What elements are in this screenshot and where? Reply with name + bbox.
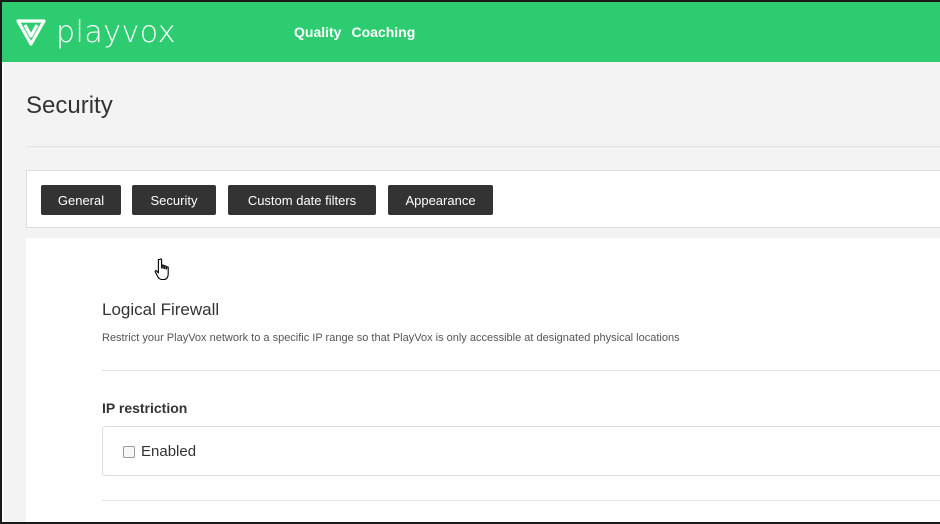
nav-item-quality[interactable]: Quality — [294, 24, 341, 40]
section-title: Logical Firewall — [102, 300, 220, 319]
enabled-checkbox-label[interactable]: Enabled — [141, 443, 196, 460]
ip-restriction-box: Enabled — [102, 426, 940, 476]
main-content: Security General Security Custom date fi… — [4, 62, 940, 522]
app-window: playvox Quality Coaching Security Genera… — [0, 0, 940, 524]
section-description: Restrict your PlayVox network to a speci… — [102, 332, 680, 344]
brand-name: playvox — [56, 14, 176, 50]
title-divider — [26, 146, 940, 147]
tab-general[interactable]: General — [41, 185, 121, 215]
nav-item-coaching[interactable]: Coaching — [351, 24, 415, 40]
tab-custom-date-filters[interactable]: Custom date filters — [228, 185, 376, 215]
main-nav: Quality Coaching — [294, 24, 415, 40]
brand-logo[interactable]: playvox — [16, 12, 176, 52]
tab-security[interactable]: Security — [132, 185, 216, 215]
settings-tabbar: General Security Custom date filters App… — [26, 170, 940, 228]
top-navbar: playvox Quality Coaching — [2, 0, 940, 62]
page-title: Security — [26, 92, 113, 119]
hand-pointer-icon — [154, 258, 172, 287]
section-divider — [102, 370, 940, 371]
ip-restriction-label: IP restriction — [102, 400, 188, 416]
bottom-divider — [102, 500, 940, 501]
tab-appearance[interactable]: Appearance — [388, 185, 493, 215]
playvox-logo-icon — [16, 17, 46, 47]
enabled-checkbox[interactable] — [123, 446, 135, 458]
